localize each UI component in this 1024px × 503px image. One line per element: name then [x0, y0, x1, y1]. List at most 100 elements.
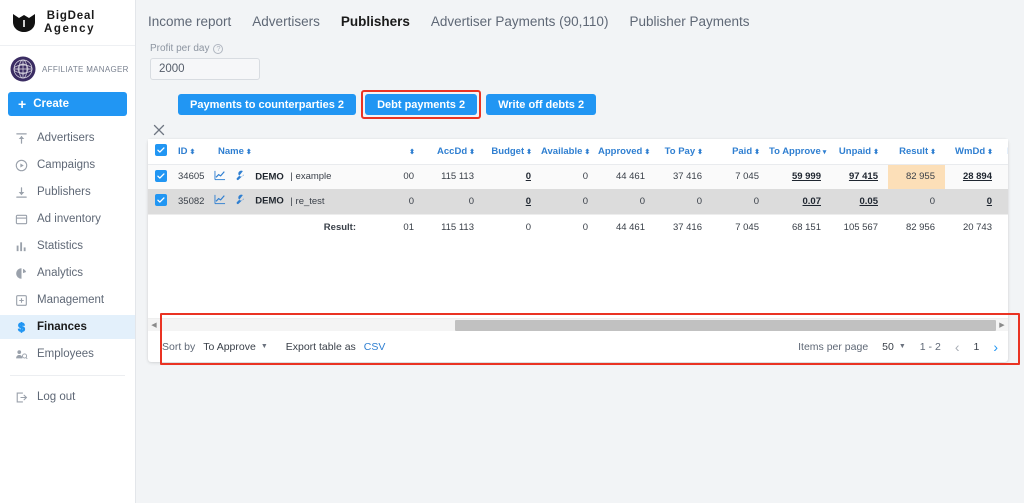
- scrollbar-track[interactable]: [160, 319, 996, 332]
- wrench-icon[interactable]: [234, 170, 246, 184]
- result-blank-id: [174, 213, 214, 240]
- sort-icon: ⬍: [987, 148, 993, 156]
- line-chart-icon[interactable]: [214, 170, 226, 184]
- select-all-header[interactable]: [148, 139, 174, 165]
- row-result: 0: [888, 189, 945, 214]
- sort-icon: ⬍: [469, 148, 475, 156]
- user-profile[interactable]: AFFILIATE MANAGER: [0, 46, 135, 90]
- sort-by-value: To Approve: [203, 340, 256, 353]
- row-name-cell: DEMO | example: [214, 164, 364, 189]
- pagination-group: Items per page 50 ▼ 1 - 2 ‹ 1 ›: [798, 340, 998, 354]
- sidebar-item-label: Employees: [37, 348, 94, 360]
- sidebar-item-logout[interactable]: Log out: [0, 385, 135, 409]
- col-header-unpaid[interactable]: Unpaid ⬍: [831, 139, 888, 165]
- col-header-available[interactable]: Available ⬍: [541, 139, 598, 165]
- col-header-paid[interactable]: Paid ⬍: [712, 139, 769, 165]
- result-approved: 44 461: [598, 213, 655, 240]
- row-blank: 0: [364, 189, 424, 214]
- tab-publisher-payments[interactable]: Publisher Payments: [629, 14, 749, 29]
- row-to-approve: 0.07: [769, 189, 831, 214]
- col-header-wmdd[interactable]: WmDd ⬍: [945, 139, 1002, 165]
- debt-payments-button[interactable]: Debt payments 2: [365, 94, 478, 115]
- sidebar-item-statistics[interactable]: Statistics: [0, 234, 135, 258]
- col-header-blank[interactable]: ⬍: [364, 139, 424, 165]
- col-header-result[interactable]: Result ⬍: [888, 139, 945, 165]
- sort-icon: ⬍: [754, 148, 760, 156]
- export-csv-link[interactable]: CSV: [364, 341, 386, 353]
- col-label: Approved: [598, 145, 643, 157]
- wrench-icon[interactable]: [234, 194, 246, 208]
- sidebar-item-employees[interactable]: Employees: [0, 342, 135, 366]
- items-per-page-select[interactable]: 50 ▼: [882, 341, 906, 353]
- sidebar-item-management[interactable]: Management: [0, 288, 135, 312]
- brand-header[interactable]: BigDeal Agency: [0, 0, 135, 46]
- row-to-approve-value: 0.07: [802, 195, 822, 207]
- table-result-row: Result: 01 115 113 0 0 44 461 37 416 7 0…: [148, 213, 1008, 240]
- sidebar-item-ad-inventory[interactable]: Ad inventory: [0, 207, 135, 231]
- row-prepaid: 0: [1002, 164, 1008, 189]
- profit-per-day-input[interactable]: [150, 58, 260, 80]
- create-button[interactable]: + Create: [8, 92, 127, 116]
- row-id[interactable]: 34605: [174, 164, 214, 189]
- row-paid: 0: [712, 189, 769, 214]
- sidebar-item-analytics[interactable]: Analytics: [0, 261, 135, 285]
- sort-desc-icon: ▾: [822, 148, 826, 156]
- select-all-checkbox[interactable]: [155, 144, 167, 157]
- sidebar-item-label: Ad inventory: [37, 213, 101, 225]
- row-select-cell[interactable]: [148, 164, 174, 189]
- horizontal-scrollbar[interactable]: ◀ ▶: [148, 318, 1008, 331]
- scroll-right-arrow[interactable]: ▶: [996, 321, 1008, 329]
- sidebar-item-advertisers[interactable]: Advertisers: [0, 126, 135, 150]
- table-row[interactable]: 35082 DEMO | re_test 0 0 0 0 0 0 0 0.07 …: [148, 189, 1008, 214]
- tab-advertisers[interactable]: Advertisers: [252, 14, 320, 29]
- col-header-to-approve[interactable]: To Approve ▾: [769, 139, 831, 165]
- table-row[interactable]: 34605 DEMO | example 00 115 113 0 0 44 4…: [148, 164, 1008, 189]
- sidebar-item-label: Analytics: [37, 267, 84, 279]
- payments-to-counterparties-wrap: Payments to counterparties 2: [178, 94, 357, 115]
- row-checkbox[interactable]: [155, 194, 167, 207]
- top-tabs: Income report Advertisers Publishers Adv…: [136, 0, 1024, 29]
- col-header-name[interactable]: Name ⬍: [214, 139, 364, 165]
- svg-text:$: $: [18, 321, 25, 334]
- tab-income-report[interactable]: Income report: [148, 14, 231, 29]
- row-unpaid-value: 0.05: [859, 195, 879, 207]
- scrollbar-thumb[interactable]: [455, 319, 996, 331]
- page-number[interactable]: 1: [973, 341, 979, 353]
- sidebar-item-publishers[interactable]: Publishers: [0, 180, 135, 204]
- close-icon[interactable]: [152, 123, 166, 137]
- row-wmdd: 0: [945, 189, 1002, 214]
- sort-icon: ⬍: [584, 148, 590, 156]
- chevron-left-icon[interactable]: ‹: [955, 340, 960, 354]
- tab-publishers[interactable]: Publishers: [341, 14, 410, 29]
- row-id[interactable]: 35082: [174, 189, 214, 214]
- tab-advertiser-payments[interactable]: Advertiser Payments (90,110): [431, 14, 609, 29]
- help-circle-icon[interactable]: ?: [213, 43, 224, 54]
- payments-to-counterparties-button[interactable]: Payments to counterparties 2: [178, 94, 357, 115]
- chevron-right-icon[interactable]: ›: [993, 340, 998, 354]
- publishers-table: ID ⬍ Name ⬍ ⬍ AccDd ⬍ Budget ⬍ Available ⬍ Ap…: [148, 139, 1008, 240]
- col-header-approved[interactable]: Approved ⬍: [598, 139, 655, 165]
- col-header-budget[interactable]: Budget ⬍: [484, 139, 541, 165]
- sidebar-item-campaigns[interactable]: Campaigns: [0, 153, 135, 177]
- col-header-accdd[interactable]: AccDd ⬍: [424, 139, 484, 165]
- row-name-bold: DEMO: [255, 171, 284, 183]
- row-checkbox[interactable]: [155, 169, 167, 182]
- col-header-prepaid[interactable]: Prepaid⬍: [1002, 139, 1008, 165]
- table-scroll-area: ID ⬍ Name ⬍ ⬍ AccDd ⬍ Budget ⬍ Available ⬍ Ap…: [148, 139, 1008, 302]
- col-header-id[interactable]: ID ⬍: [174, 139, 214, 165]
- line-chart-icon[interactable]: [214, 194, 226, 208]
- result-budget: 0: [484, 213, 541, 240]
- row-select-cell[interactable]: [148, 189, 174, 214]
- col-header-to-pay[interactable]: To Pay ⬍: [655, 139, 712, 165]
- col-label: To Pay: [664, 145, 696, 157]
- write-off-debts-button[interactable]: Write off debts 2: [486, 94, 597, 115]
- sort-by-select[interactable]: To Approve ▼: [203, 341, 267, 353]
- scroll-left-arrow[interactable]: ◀: [148, 321, 160, 329]
- sidebar-item-finances[interactable]: $ Finances: [0, 315, 135, 339]
- col-label: Result: [899, 145, 929, 157]
- row-wmdd-value: 28 894: [962, 171, 992, 183]
- result-wmdd: 20 743: [945, 213, 1002, 240]
- debt-payments-wrap: Debt payments 2: [361, 90, 482, 119]
- row-to-pay: 37 416: [655, 164, 712, 189]
- col-label: WmDd: [955, 145, 986, 157]
